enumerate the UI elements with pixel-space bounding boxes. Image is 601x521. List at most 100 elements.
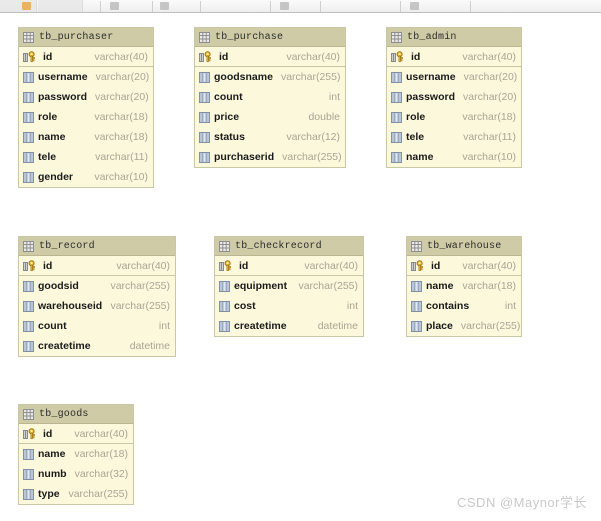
table-header[interactable]: tb_goods	[19, 405, 133, 424]
column-icon	[411, 320, 422, 332]
column-row[interactable]: contains int	[407, 296, 521, 316]
column-row[interactable]: id varchar(40)	[195, 47, 345, 67]
column-type-label: varchar(40)	[116, 259, 170, 272]
column-row[interactable]: place varchar(255)	[407, 316, 521, 336]
column-icon	[23, 300, 34, 312]
column-row[interactable]: name varchar(18)	[19, 127, 153, 147]
column-list: id varchar(40) name varchar(18) contains int p…	[407, 256, 521, 336]
column-row[interactable]: tele varchar(11)	[19, 147, 153, 167]
column-name-label: role	[38, 111, 58, 123]
column-list: id varchar(40) username varchar(20) password…	[387, 47, 521, 167]
table-grid-icon	[23, 31, 34, 43]
table-header[interactable]: tb_purchaser	[19, 28, 153, 47]
table-grid-icon	[23, 240, 34, 252]
application-toolbar[interactable]	[0, 0, 601, 13]
column-row[interactable]: id varchar(40)	[387, 47, 521, 67]
column-icon	[23, 448, 34, 460]
column-type-label: varchar(18)	[462, 111, 516, 123]
column-row[interactable]: username varchar(20)	[19, 67, 153, 87]
column-row[interactable]: purchaserid varchar(255)	[195, 147, 345, 167]
table-header[interactable]: tb_purchase	[195, 28, 345, 47]
toolbar-icon[interactable]	[160, 2, 169, 10]
column-name-label: price	[214, 111, 240, 123]
column-row[interactable]: gender varchar(10)	[19, 167, 153, 187]
table-node-tb-purchaser[interactable]: tb_purchaser id varchar(40) username varchar…	[18, 27, 154, 188]
column-row[interactable]: name varchar(18)	[19, 444, 133, 464]
column-row[interactable]: goodsid varchar(255)	[19, 276, 175, 296]
column-row[interactable]: password varchar(20)	[19, 87, 153, 107]
column-name-label: name	[38, 131, 66, 143]
toolbar-button-1[interactable]	[0, 0, 37, 12]
table-name-label: tb_warehouse	[427, 240, 502, 252]
table-header[interactable]: tb_warehouse	[407, 237, 521, 256]
table-grid-icon	[391, 31, 402, 43]
column-type-label: varchar(40)	[286, 50, 340, 63]
column-icon	[23, 171, 34, 183]
column-row[interactable]: name varchar(10)	[387, 147, 521, 167]
column-row[interactable]: count int	[19, 316, 175, 336]
column-row[interactable]: cost int	[215, 296, 363, 316]
column-name-label: warehouseid	[38, 300, 103, 312]
column-row[interactable]: createtime datetime	[215, 316, 363, 336]
column-row[interactable]: equipment varchar(255)	[215, 276, 363, 296]
column-name-label: place	[426, 320, 453, 332]
table-node-tb-record[interactable]: tb_record id varchar(40) goodsid varchar(255…	[18, 236, 176, 357]
column-row[interactable]: password varchar(20)	[387, 87, 521, 107]
toolbar-icon[interactable]	[410, 2, 419, 10]
table-header[interactable]: tb_checkrecord	[215, 237, 363, 256]
column-row[interactable]: warehouseid varchar(255)	[19, 296, 175, 316]
column-row[interactable]: role varchar(18)	[19, 107, 153, 127]
column-row[interactable]: role varchar(18)	[387, 107, 521, 127]
column-row[interactable]: name varchar(18)	[407, 276, 521, 296]
column-row[interactable]: numb varchar(32)	[19, 464, 133, 484]
column-list: id varchar(40) goodsid varchar(255) warehous…	[19, 256, 175, 356]
table-node-tb-goods[interactable]: tb_goods id varchar(40) name varchar(18) numb…	[18, 404, 134, 505]
column-row[interactable]: tele varchar(11)	[387, 127, 521, 147]
column-name-label: goodsname	[214, 71, 273, 83]
column-row[interactable]: id varchar(40)	[215, 256, 363, 276]
column-name-label: id	[239, 259, 249, 272]
column-icon	[23, 71, 34, 83]
table-node-tb-purchase[interactable]: tb_purchase id varchar(40) goodsname varchar…	[194, 27, 346, 168]
column-row[interactable]: price double	[195, 107, 345, 127]
column-row[interactable]: id varchar(40)	[19, 256, 175, 276]
column-type-label: int	[346, 300, 358, 312]
column-name-label: password	[38, 91, 88, 103]
column-type-label: varchar(10)	[94, 171, 148, 183]
column-row[interactable]: createtime datetime	[19, 336, 175, 356]
toolbar-separator	[152, 1, 153, 12]
column-row[interactable]: type varchar(255)	[19, 484, 133, 504]
column-name-label: name	[38, 448, 66, 460]
table-header[interactable]: tb_admin	[387, 28, 521, 47]
column-type-label: varchar(20)	[95, 91, 149, 103]
column-type-label: varchar(255)	[282, 151, 342, 163]
column-row[interactable]: id varchar(40)	[407, 256, 521, 276]
table-node-tb-admin[interactable]: tb_admin id varchar(40) username varchar(20)…	[386, 27, 522, 168]
primary-key-icon	[23, 260, 39, 271]
column-type-label: varchar(18)	[94, 111, 148, 123]
column-icon	[199, 151, 210, 163]
table-header[interactable]: tb_record	[19, 237, 175, 256]
column-icon	[199, 91, 210, 103]
schema-diagram-canvas[interactable]: tb_purchaser id varchar(40) username varchar…	[0, 13, 601, 521]
column-type-label: varchar(40)	[94, 50, 148, 63]
toolbar-icon[interactable]	[280, 2, 289, 10]
column-icon	[199, 71, 210, 83]
column-row[interactable]: id varchar(40)	[19, 47, 153, 67]
column-row[interactable]: count int	[195, 87, 345, 107]
toolbar-icon[interactable]	[110, 2, 119, 10]
column-icon	[411, 300, 422, 312]
column-name-label: gender	[38, 171, 74, 183]
toolbar-button-2[interactable]	[38, 0, 83, 12]
table-node-tb-warehouse[interactable]: tb_warehouse id varchar(40) name varchar(18)…	[406, 236, 522, 337]
column-icon	[391, 151, 402, 163]
column-row[interactable]: status varchar(12)	[195, 127, 345, 147]
column-row[interactable]: id varchar(40)	[19, 424, 133, 444]
column-list: id varchar(40) name varchar(18) numb varchar(…	[19, 424, 133, 504]
column-row[interactable]: username varchar(20)	[387, 67, 521, 87]
column-name-label: purchaserid	[214, 151, 275, 163]
table-node-tb-checkrecord[interactable]: tb_checkrecord id varchar(40) equipment varc…	[214, 236, 364, 337]
toolbar-icon[interactable]	[22, 2, 31, 10]
column-row[interactable]: goodsname varchar(255)	[195, 67, 345, 87]
column-type-label: varchar(20)	[463, 91, 517, 103]
